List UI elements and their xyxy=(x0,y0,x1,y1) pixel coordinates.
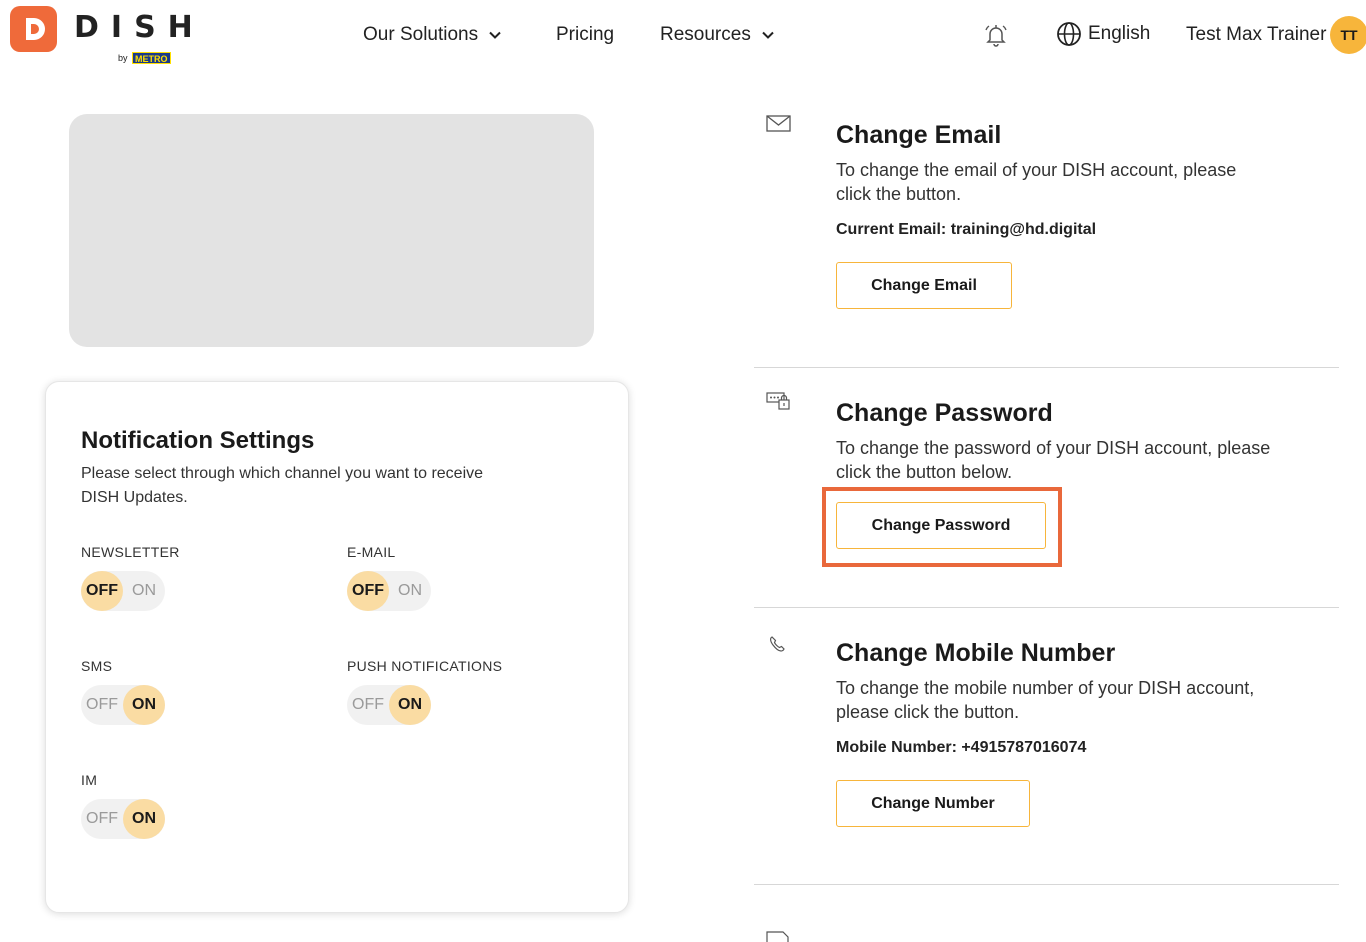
user-name[interactable]: Test Max Trainer xyxy=(1186,22,1326,48)
section-divider xyxy=(754,607,1339,608)
change-email-description: To change the email of your DISH account… xyxy=(836,160,1237,204)
notification-settings-description: Please select through which channel you … xyxy=(81,465,484,506)
mobile-number-value: Mobile Number: +4915787016074 xyxy=(836,739,1087,756)
chevron-down-icon xyxy=(762,31,774,39)
toggle-on-option: ON xyxy=(132,582,156,599)
envelope-icon xyxy=(766,115,791,132)
toggle-off-option: OFF xyxy=(86,696,118,713)
im-toggle[interactable]: OFF ON xyxy=(81,799,165,839)
sms-toggle[interactable]: OFF ON xyxy=(81,685,165,725)
phone-icon xyxy=(770,636,785,652)
logo-wordmark[interactable]: DISH xyxy=(74,10,205,46)
change-password-title: Change Password xyxy=(836,399,1053,427)
document-icon xyxy=(766,931,789,942)
toggle-on-option: ON xyxy=(132,810,156,827)
notification-settings-card: Notification Settings Please select thro… xyxy=(45,381,629,913)
language-selector[interactable]: English xyxy=(1056,20,1150,48)
notification-settings-title: Notification Settings xyxy=(81,427,315,454)
change-number-button[interactable]: Change Number xyxy=(836,780,1030,827)
nav-pricing[interactable]: Pricing xyxy=(556,22,614,48)
logo-by-text: by xyxy=(118,53,128,63)
nav-pricing-label: Pricing xyxy=(556,24,615,45)
globe-icon xyxy=(1057,22,1081,46)
chevron-down-icon xyxy=(489,31,501,39)
password-icon xyxy=(766,392,790,410)
nav-resources[interactable]: Resources xyxy=(660,22,775,48)
newsletter-toggle[interactable]: OFF ON xyxy=(81,571,165,611)
toggle-on-option: ON xyxy=(398,696,422,713)
push-notifications-toggle[interactable]: OFF ON xyxy=(347,685,431,725)
toggle-on-option: ON xyxy=(398,582,422,599)
toggle-label-sms: SMS xyxy=(81,658,113,674)
change-mobile-title: Change Mobile Number xyxy=(836,639,1116,667)
toggle-label-email: E-MAIL xyxy=(347,544,396,560)
toggle-off-option: OFF xyxy=(352,582,384,599)
section-divider xyxy=(754,367,1339,368)
toggle-off-option: OFF xyxy=(352,696,384,713)
change-email-title: Change Email xyxy=(836,121,1002,149)
section-divider xyxy=(754,884,1339,885)
nav-our-solutions-label: Our Solutions xyxy=(363,24,479,45)
avatar[interactable]: TT xyxy=(1330,16,1366,54)
toggle-label-newsletter: NEWSLETTER xyxy=(81,544,180,560)
dish-logo-icon[interactable] xyxy=(10,6,57,52)
toggle-off-option: OFF xyxy=(86,582,118,599)
metro-badge: METRO xyxy=(132,52,171,64)
toggle-off-option: OFF xyxy=(86,810,118,827)
language-label: English xyxy=(1088,23,1151,44)
toggle-on-option: ON xyxy=(132,696,156,713)
change-mobile-description: To change the mobile number of your DISH… xyxy=(836,678,1255,722)
change-password-description: To change the password of your DISH acco… xyxy=(836,438,1271,482)
toggle-label-im: IM xyxy=(81,772,98,788)
current-email-value: Current Email: training@hd.digital xyxy=(836,221,1097,238)
email-toggle[interactable]: OFF ON xyxy=(347,571,431,611)
profile-image-placeholder xyxy=(69,114,594,347)
nav-our-solutions[interactable]: Our Solutions xyxy=(363,22,502,48)
bell-icon[interactable] xyxy=(982,21,1010,49)
highlight-annotation xyxy=(822,487,1062,567)
nav-resources-label: Resources xyxy=(660,24,751,45)
toggle-label-push: PUSH NOTIFICATIONS xyxy=(347,658,503,674)
change-email-button[interactable]: Change Email xyxy=(836,262,1012,309)
